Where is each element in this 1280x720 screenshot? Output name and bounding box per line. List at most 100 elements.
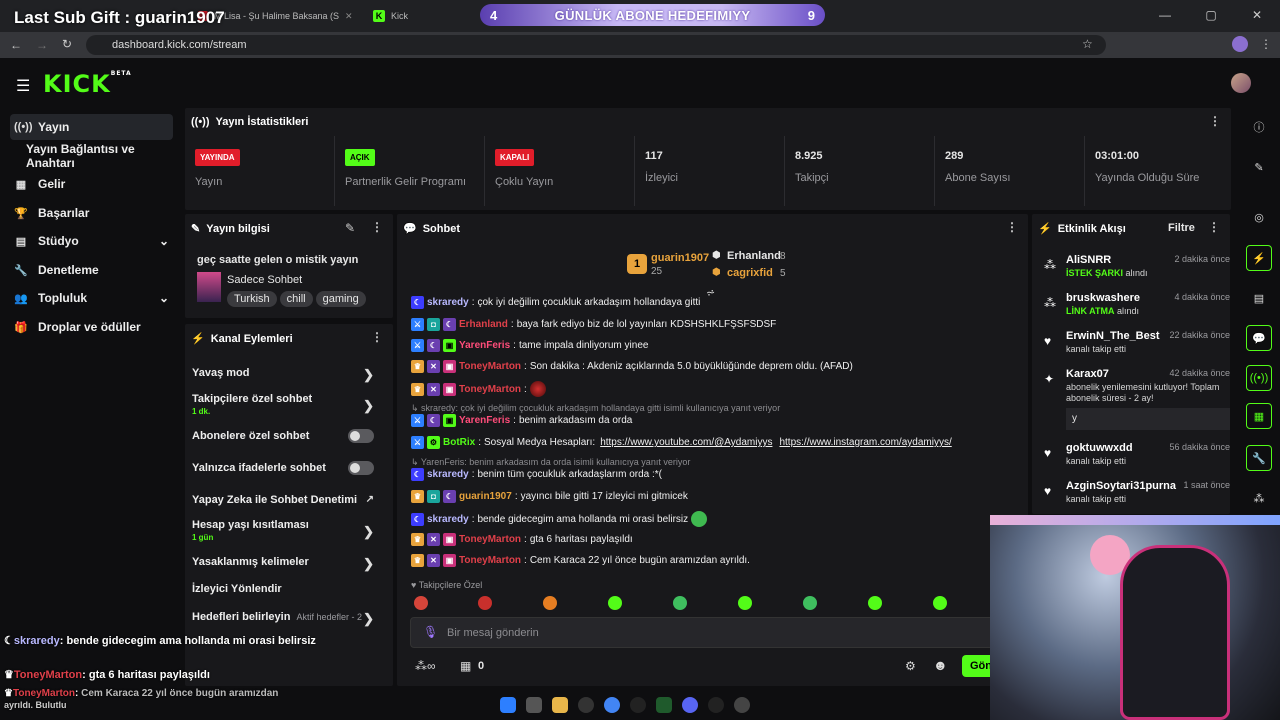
sidebar-item-gelir[interactable]: ▦ Gelir [10, 171, 173, 197]
tag[interactable]: Turkish [227, 291, 277, 307]
emotes-only-toggle[interactable] [348, 461, 374, 475]
status-badge: AÇIK [345, 149, 375, 166]
edit-icon[interactable]: ✎ [345, 221, 355, 235]
bookmark-star-icon[interactable]: ☆ [1082, 37, 1093, 51]
emote-icon[interactable] [478, 596, 492, 610]
focus-icon[interactable]: ◎ [1246, 204, 1272, 230]
user-avatar[interactable] [1231, 73, 1251, 93]
sidebar-item-topluluk[interactable]: 👥 Topluluk ⌄ [10, 285, 173, 311]
subscribers-only-toggle[interactable] [348, 429, 374, 443]
account-age-action[interactable]: Hesap yaşı kısıtlaması 1 gün ❯ [192, 519, 382, 542]
reload-icon[interactable]: ↻ [62, 37, 72, 51]
tag[interactable]: gaming [315, 291, 366, 307]
tag[interactable]: chill [279, 291, 313, 307]
more-options-icon[interactable]: ⋮ [1209, 114, 1221, 128]
emote-icon[interactable] [738, 596, 752, 610]
banned-words-action[interactable]: Yasaklanmış kelimeler ❯ [192, 556, 382, 571]
app-icon[interactable] [630, 697, 646, 713]
emote-icon[interactable] [868, 596, 882, 610]
chevron-right-icon: ❯ [363, 398, 374, 413]
stat-subscribers: 289 Abone Sayısı [935, 136, 1085, 206]
sidebar-item-stream-key[interactable]: Yayın Bağlantısı ve Anahtarı [10, 142, 185, 170]
chat-message: ☾ skraredy: benim tüm çocukluk arkadaşları… [411, 468, 662, 481]
emote-icon[interactable] [414, 596, 428, 610]
activity-feed-panel: ⚡ Etkinlik Akışı Filtre ⋮ ⁂ AliSNRR 2 dakik… [1032, 214, 1230, 514]
microphone-icon[interactable]: 🎙 [423, 625, 438, 639]
heart-icon: ♥ [1044, 334, 1052, 348]
broadcast-icon[interactable]: ((•)) [1246, 365, 1272, 391]
close-window-button[interactable]: ✕ [1234, 0, 1280, 32]
emotes-only-action[interactable]: Yalnızca ifadelerle sohbet [192, 461, 382, 475]
rank-badge: 1 [627, 254, 647, 274]
more-menu-icon[interactable]: ⋮ [1260, 37, 1272, 51]
app-icon[interactable] [734, 697, 750, 713]
instagram-link[interactable]: https://www.instagram.com/aydamiyys/ [779, 437, 951, 448]
maximize-button[interactable]: ▢ [1188, 0, 1234, 32]
more-options-icon[interactable]: ⋮ [1006, 220, 1018, 234]
reward-icon: ⁂ [1044, 258, 1056, 272]
stream-info-panel: ✎ Yayın bilgisi ✎ ⋮ geç saatte gelen o mi… [185, 214, 393, 318]
emote-icon[interactable] [608, 596, 622, 610]
kick-logo[interactable]: KICKBETA [43, 70, 132, 98]
info-icon[interactable]: ⓘ [1246, 114, 1272, 140]
chat-settings-icon[interactable]: ⚙ [905, 659, 916, 673]
sidebar-item-yayin[interactable]: ((•)) Yayın [10, 114, 173, 140]
bolt-icon[interactable]: ⚡ [1246, 245, 1272, 271]
wrench-icon[interactable]: 🔧 [1246, 445, 1272, 471]
filter-button[interactable]: Filtre [1168, 222, 1195, 234]
browser-tab[interactable]: K Kick [365, 4, 416, 28]
folder-icon[interactable] [552, 697, 568, 713]
minimize-button[interactable]: — [1142, 0, 1188, 32]
more-options-icon[interactable]: ⋮ [371, 330, 383, 344]
panel-title: Kanal Eylemleri [210, 332, 293, 345]
close-icon[interactable]: ✕ [345, 11, 353, 22]
wrench-icon: 🔧 [14, 264, 28, 277]
windows-start-icon[interactable] [500, 697, 516, 713]
pinned-toggle-icon[interactable]: ⩫ [706, 286, 715, 299]
send-button[interactable]: Gön [962, 655, 990, 677]
emote-icon[interactable] [803, 596, 817, 610]
document-icon[interactable]: ▤ [1246, 285, 1272, 311]
discord-icon[interactable] [682, 697, 698, 713]
sidebar-item-studyo[interactable]: ▤ Stüdyo ⌄ [10, 228, 173, 254]
layout-icon[interactable]: ▦ [1246, 403, 1272, 429]
taskview-icon[interactable] [526, 697, 542, 713]
emote-icon[interactable] [933, 596, 947, 610]
host-action[interactable]: İzleyici Yönlendir [192, 583, 382, 595]
gift-badge-icon: ▣ [443, 414, 456, 427]
chrome-icon[interactable] [604, 697, 620, 713]
profile-avatar[interactable] [1232, 36, 1248, 52]
followers-only-action[interactable]: Takipçilere özel sohbet 1 dk. ❯ [192, 393, 382, 416]
sword-icon: ✕ [427, 554, 440, 567]
sidebar-item-basarilar[interactable]: 🏆 Başarılar [10, 200, 173, 226]
ai-moderation-action[interactable]: Yapay Zeka ile Sohbet Denetimi ↗ [192, 494, 382, 506]
stat-viewers: 117 İzleyici [635, 136, 785, 206]
chat-input[interactable]: 🎙 Bir mesaj gönderin [410, 617, 1005, 648]
forward-icon[interactable]: → [36, 38, 48, 52]
category-thumbnail [197, 272, 221, 302]
url-input[interactable]: dashboard.kick.com/stream [86, 35, 1106, 55]
obs-icon[interactable] [578, 697, 594, 713]
set-goals-action[interactable]: Hedefleri belirleyin Aktif hedefler - 2 ❯ [192, 611, 382, 626]
sidebar-item-denetleme[interactable]: 🔧 Denetleme [10, 257, 173, 283]
hamburger-menu-icon[interactable]: ☰ [16, 76, 30, 96]
chat-icon[interactable]: 💬 [1246, 325, 1272, 351]
emote-icon[interactable] [543, 596, 557, 610]
emote-picker-icon[interactable]: ☻ [933, 657, 948, 673]
more-options-icon[interactable]: ⋮ [371, 220, 383, 234]
emote-icon[interactable] [673, 596, 687, 610]
sidebar-item-droplar[interactable]: 🎁 Droplar ve ödüller [10, 314, 173, 340]
app-icon[interactable] [708, 697, 724, 713]
subscribers-only-action[interactable]: Abonelere özel sohbet [192, 429, 382, 443]
moon-icon: ☾ [411, 296, 424, 309]
edit-icon[interactable]: ✎ [1246, 154, 1272, 180]
channel-points-icon[interactable]: ⁂∞ [415, 659, 436, 673]
back-icon[interactable]: ← [10, 38, 22, 52]
stat-partner: AÇIK Partnerlik Gelir Programı [335, 136, 485, 206]
youtube-link[interactable]: https://www.youtube.com/@Aydamiyys [600, 437, 772, 448]
more-options-icon[interactable]: ⋮ [1208, 220, 1220, 234]
points-icon[interactable]: ⁂ [1246, 485, 1272, 511]
app-icon[interactable] [656, 697, 672, 713]
slow-mode-action[interactable]: Yavaş mod ❯ [192, 367, 382, 382]
store-icon[interactable]: ▦ [460, 659, 471, 673]
